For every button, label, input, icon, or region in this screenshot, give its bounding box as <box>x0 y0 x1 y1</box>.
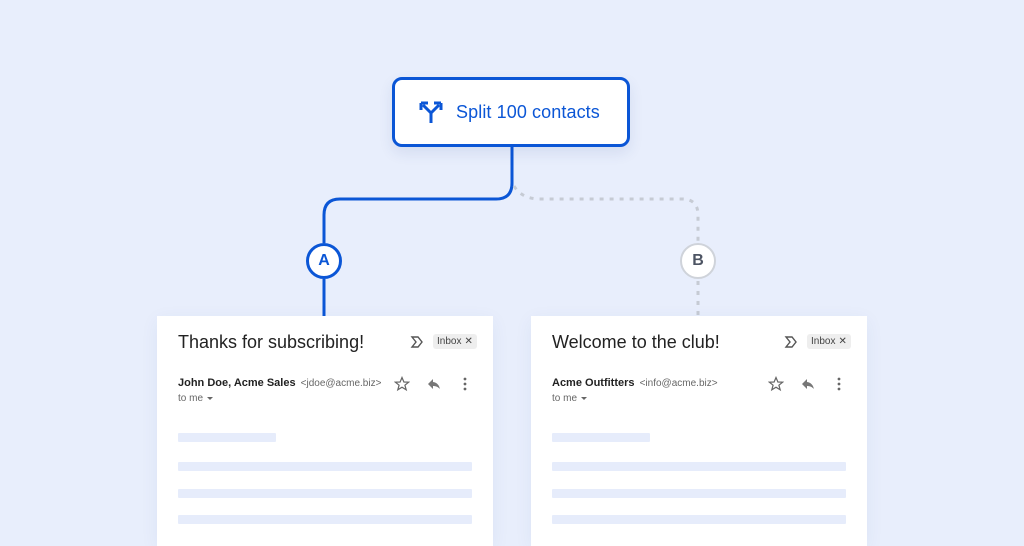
email-subject: Thanks for subscribing! <box>178 332 365 352</box>
body-placeholder-line <box>552 489 846 498</box>
star-icon[interactable] <box>393 375 411 392</box>
email-subject: Welcome to the club! <box>552 332 720 352</box>
sender-name: Acme Outfitters <box>552 377 635 389</box>
body-placeholder-line <box>552 462 846 471</box>
branch-a-line <box>322 147 514 316</box>
body-placeholder-line <box>178 433 276 442</box>
body-placeholder-line <box>178 489 472 498</box>
more-options-icon[interactable] <box>457 376 473 392</box>
branch-b-badge[interactable]: B <box>680 243 716 279</box>
inbox-chip[interactable]: Inbox ✕ <box>433 334 477 349</box>
important-label-icon[interactable] <box>410 335 424 349</box>
more-options-icon[interactable] <box>831 376 847 392</box>
chevron-down-icon <box>581 397 588 400</box>
split-node-label: Split 100 contacts <box>456 101 600 122</box>
inbox-chip-label: Inbox <box>437 336 462 347</box>
chevron-down-icon <box>207 397 214 400</box>
body-placeholder-line <box>178 515 472 524</box>
email-card-b[interactable]: Welcome to the club! Inbox ✕ Acme Outfit… <box>531 316 867 546</box>
recipient-toggle[interactable]: to me <box>178 393 214 404</box>
close-icon[interactable]: ✕ <box>838 336 846 347</box>
star-icon[interactable] <box>767 375 785 392</box>
email-card-a[interactable]: Thanks for subscribing! Inbox ✕ John Doe… <box>157 316 493 546</box>
reply-icon[interactable] <box>800 376 816 392</box>
close-icon[interactable]: ✕ <box>464 336 472 347</box>
split-node[interactable]: Split 100 contacts <box>392 77 630 147</box>
sender-email: <info@acme.biz> <box>639 378 718 389</box>
sender-email: <jdoe@acme.biz> <box>300 378 382 389</box>
inbox-chip[interactable]: Inbox ✕ <box>807 334 851 349</box>
body-placeholder-line <box>552 433 650 442</box>
recipient-label: to me <box>552 393 578 404</box>
body-placeholder-line <box>552 515 846 524</box>
sender-name: John Doe, Acme Sales <box>178 377 296 389</box>
recipient-toggle[interactable]: to me <box>552 393 588 404</box>
sender: John Doe, Acme Sales <jdoe@acme.biz> <box>178 377 381 389</box>
sender: Acme Outfitters <info@acme.biz> <box>552 377 718 389</box>
body-placeholder-line <box>178 462 472 471</box>
branch-a-badge[interactable]: A <box>306 243 342 279</box>
reply-icon[interactable] <box>426 376 442 392</box>
split-arrows-icon <box>417 98 445 126</box>
inbox-chip-label: Inbox <box>811 336 836 347</box>
branch-b-line <box>512 185 700 316</box>
important-label-icon[interactable] <box>784 335 798 349</box>
recipient-label: to me <box>178 393 204 404</box>
